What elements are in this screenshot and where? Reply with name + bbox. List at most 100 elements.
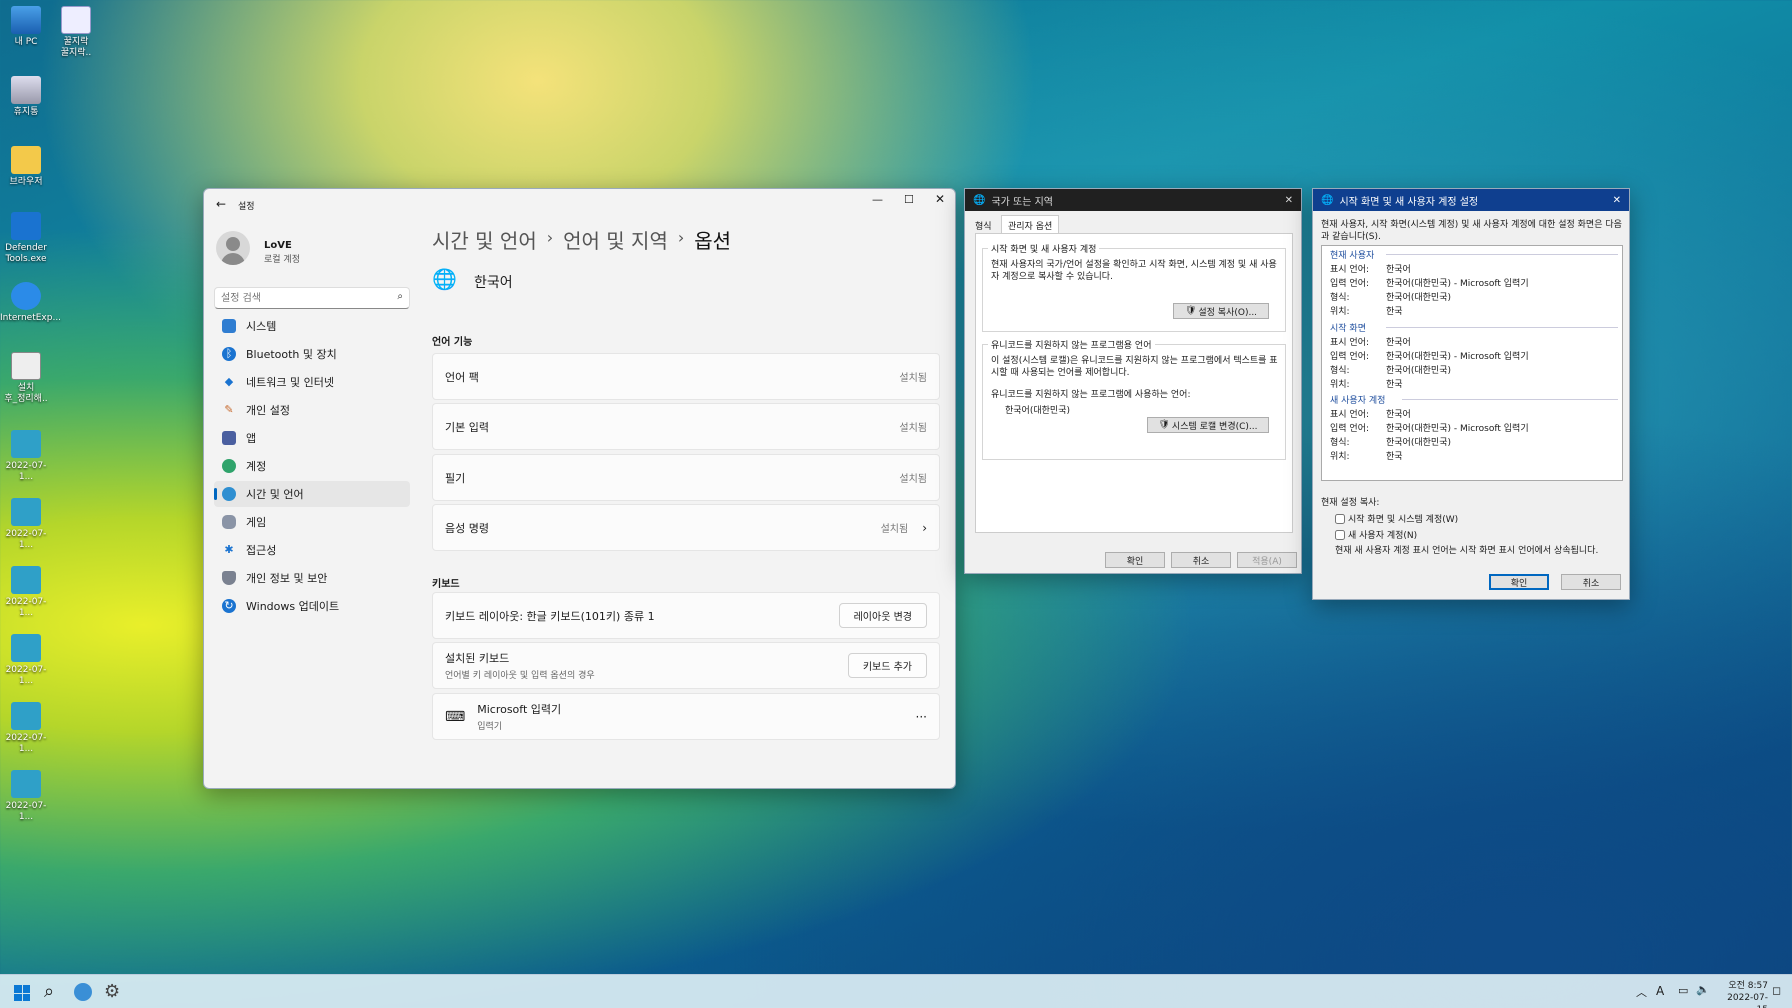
search-box[interactable]: ⌕ <box>214 287 410 309</box>
globe-icon: 🌐 <box>973 194 986 206</box>
apply-button[interactable]: 적용(A) <box>1237 552 1297 568</box>
search-icon[interactable]: ⌕ <box>44 981 54 1002</box>
tab-administrative[interactable]: 관리자 옵션 <box>1001 215 1060 233</box>
keyboard-layout-row: 키보드 레이아웃: 한글 키보드(101키) 종류 1 레이아웃 변경 <box>432 592 940 639</box>
chevron-up-icon[interactable]: ︿ <box>1636 984 1647 1000</box>
sidebar-item-time-language[interactable]: 시간 및 언어 <box>214 481 410 507</box>
desktop-icon-file-2[interactable]: 2022-07-1... <box>0 498 52 551</box>
tab-format[interactable]: 형식 <box>975 219 992 232</box>
image-icon <box>11 430 41 458</box>
change-system-locale-button[interactable]: 🛡 시스템 로캘 변경(C)... <box>1147 417 1269 433</box>
change-layout-button[interactable]: 레이아웃 변경 <box>838 603 927 628</box>
person-icon <box>222 459 236 473</box>
breadcrumb-separator: › <box>546 228 554 247</box>
gear-icon[interactable]: ⚙ <box>104 981 120 1002</box>
desktop-icon-browser[interactable]: 브라우저 <box>0 146 52 188</box>
page-title: 옵션 <box>694 229 732 253</box>
settings-summary-box: 현재 사용자 표시 언어: 한국어 입력 언어: 한국어(대한민국) - Micro… <box>1321 245 1623 481</box>
close-button[interactable]: ✕ <box>935 192 945 206</box>
feature-row-handwriting[interactable]: 필기 설치됨 <box>432 454 940 501</box>
sidebar-item-windows-update[interactable]: ↻ Windows 업데이트 <box>214 593 410 619</box>
folder-icon <box>11 146 41 174</box>
bluetooth-icon: ᛒ <box>222 347 236 361</box>
sidebar-item-accounts[interactable]: 계정 <box>214 453 410 479</box>
desktop-icon-file-4[interactable]: 2022-07-1... <box>0 634 52 687</box>
desktop-icon-cleanup[interactable]: 설치 후_정리해.. <box>0 352 52 405</box>
sidebar-item-apps[interactable]: 앱 <box>214 425 410 451</box>
maximize-button[interactable]: ☐ <box>904 193 914 206</box>
sidebar-item-privacy[interactable]: 개인 정보 및 보안 <box>214 565 410 591</box>
feature-row-speech[interactable]: 음성 명령 설치됨 › <box>432 504 940 551</box>
globe-icon: 🌐 <box>1321 194 1334 206</box>
cancel-button[interactable]: 취소 <box>1171 552 1231 568</box>
image-icon <box>11 770 41 798</box>
active-indicator <box>214 488 217 500</box>
desktop-icon-this-pc[interactable]: 내 PC <box>0 6 52 48</box>
ok-button[interactable]: 확인 <box>1105 552 1165 568</box>
brush-icon: ✎ <box>224 403 234 416</box>
refresh-icon: ↻ <box>222 599 236 613</box>
window-title: 설정 <box>238 202 255 212</box>
close-button[interactable]: ✕ <box>1613 195 1621 206</box>
breadcrumb-language-region[interactable]: 언어 및 지역 <box>563 225 668 254</box>
checkbox-new-user[interactable]: 새 사용자 계정(N) <box>1335 528 1417 541</box>
group-welcome-screen: 시작 화면 및 새 사용자 계정 현재 사용자의 국가/언어 설정을 확인하고 … <box>982 242 1286 332</box>
sidebar-item-gaming[interactable]: 게임 <box>214 509 410 535</box>
volume-icon[interactable]: 🔈 <box>1696 983 1710 996</box>
user-name: LoVE <box>264 240 292 251</box>
ok-button[interactable]: 확인 <box>1489 574 1549 590</box>
settings-window: ← 설정 — ☐ ✕ LoVE 로컬 계정 ⌕ 시스템 ᛒBluetooth 및… <box>203 188 956 789</box>
search-icon: ⌕ <box>397 291 403 302</box>
checkbox-input[interactable] <box>1335 513 1345 524</box>
sidebar-item-system[interactable]: 시스템 <box>214 313 410 339</box>
globe-clock-icon <box>222 487 236 501</box>
add-keyboard-button[interactable]: 키보드 추가 <box>847 653 927 678</box>
desktop-icon-file-5[interactable]: 2022-07-1... <box>0 702 52 755</box>
checkbox-welcome-system[interactable]: 시작 화면 및 시스템 계정(W) <box>1335 512 1458 525</box>
keyboard-icon: ⌨ <box>445 708 466 725</box>
clock[interactable]: 오전 8:57 2022-07-15 <box>1716 980 1768 1008</box>
sidebar-item-personalization[interactable]: ✎ 개인 설정 <box>214 397 410 423</box>
desktop-icon-file-3[interactable]: 2022-07-1... <box>0 566 52 619</box>
image-icon <box>11 634 41 662</box>
checkbox-input[interactable] <box>1335 529 1345 540</box>
feature-row-language-pack[interactable]: 언어 팩 설치됨 <box>432 353 940 400</box>
copy-settings-button[interactable]: 🛡 설정 복사(O)... <box>1173 303 1269 319</box>
region-title-bar: 🌐 국가 또는 지역 ✕ <box>965 189 1301 211</box>
shield-icon <box>222 571 236 585</box>
breadcrumb-time-language[interactable]: 시간 및 언어 <box>432 225 537 254</box>
user-type: 로컬 계정 <box>264 255 300 265</box>
feature-row-basic-typing[interactable]: 기본 입력 설치됨 <box>432 403 940 450</box>
gear-icon <box>11 352 41 380</box>
sidebar-item-network[interactable]: ◆ 네트워크 및 인터넷 <box>214 369 410 395</box>
input-indicator[interactable]: A <box>1656 984 1664 998</box>
notification-icon[interactable]: ◻ <box>1772 984 1781 997</box>
start-icon[interactable] <box>14 985 30 1001</box>
monitor-icon <box>11 6 41 34</box>
desktop-icon-shortcut[interactable]: 꿀지락 꿀지락.. <box>50 6 102 59</box>
image-icon <box>11 702 41 730</box>
ie-icon <box>11 282 41 310</box>
region-dialog: 🌐 국가 또는 지역 ✕ 형식 관리자 옵션 시작 화면 및 새 사용자 계정 현재… <box>964 188 1302 574</box>
monitor-icon <box>222 319 236 333</box>
minimize-button[interactable]: — <box>872 193 883 206</box>
globe-app-icon[interactable] <box>74 983 92 1001</box>
desktop-icon-defender[interactable]: Defender Tools.exe <box>0 212 52 265</box>
keyboard-item-microsoft-ime[interactable]: ⌨ Microsoft 입력기 입력기 ··· <box>432 693 940 740</box>
close-button[interactable]: ✕ <box>1285 195 1293 206</box>
desktop-icon-ie[interactable]: InternetExp... <box>0 282 61 324</box>
taskbar: ⌕ ⚙ ︿ A ▭ 🔈 오전 8:57 2022-07-15 ◻ <box>0 974 1792 1008</box>
cancel-button[interactable]: 취소 <box>1561 574 1621 590</box>
sidebar-item-accessibility[interactable]: ✱ 접근성 <box>214 537 410 563</box>
desktop-icon-recycle-bin[interactable]: 휴지통 <box>0 76 52 118</box>
welcome-settings-dialog: 🌐 시작 화면 및 새 사용자 계정 설정 ✕ 현재 사용자, 시작 화면(시스템 … <box>1312 188 1630 600</box>
desktop-icon-file-6[interactable]: 2022-07-1... <box>0 770 52 823</box>
network-icon[interactable]: ▭ <box>1678 984 1688 997</box>
search-input[interactable] <box>215 288 375 308</box>
back-icon[interactable]: ← <box>216 197 226 211</box>
desktop-icon-file-1[interactable]: 2022-07-1... <box>0 430 52 483</box>
sidebar-item-bluetooth[interactable]: ᛒ Bluetooth 및 장치 <box>214 341 410 367</box>
apps-icon <box>222 431 236 445</box>
chevron-right-icon: › <box>922 520 927 535</box>
more-options-button[interactable]: ··· <box>916 710 927 724</box>
